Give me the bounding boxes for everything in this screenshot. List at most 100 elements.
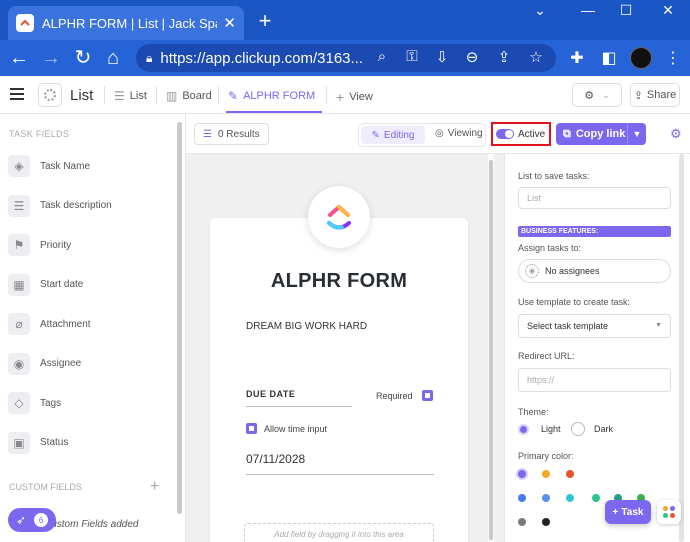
tab-title: ALPHR FORM | List | Jack Sparrow (42, 15, 217, 31)
chevron-down-icon[interactable]: ⌄ (530, 2, 550, 19)
business-features-badge: BUSINESS FEATURES: (518, 226, 671, 237)
active-label: Active (518, 128, 546, 140)
color-swatch[interactable] (542, 518, 550, 526)
list-status-icon[interactable] (38, 83, 62, 107)
new-tab-icon[interactable]: + (254, 8, 276, 34)
task-field-label: Status (40, 437, 69, 448)
minimize-icon[interactable]: — (578, 2, 598, 18)
theme-light-radio[interactable] (518, 424, 529, 435)
canvas-scrollbar[interactable] (489, 160, 493, 540)
form-description[interactable]: DREAM BIG WORK HARD (246, 321, 367, 332)
form-icon: ✎ (228, 89, 239, 103)
form-canvas (186, 154, 504, 542)
due-date-value[interactable]: 07/11/2028 (246, 452, 305, 466)
results-button[interactable]: ☰ 0 Results (194, 123, 269, 145)
task-field-item[interactable]: ◇ Tags (8, 389, 178, 417)
copy-icon: ⧉ (563, 127, 571, 140)
view-tab-list[interactable]: ☰ List (114, 89, 147, 103)
chevron-down-icon[interactable]: ▼ (628, 129, 646, 139)
task-field-item[interactable]: ▣ Status (8, 429, 178, 457)
home-icon[interactable]: ⌂ (102, 47, 124, 69)
editing-mode-button[interactable]: ✎ Editing (361, 126, 425, 144)
browser-tab[interactable]: ALPHR FORM | List | Jack Sparrow ✕ (8, 6, 244, 40)
task-field-item[interactable]: ▦ Start date (8, 271, 178, 299)
required-checkbox[interactable] (422, 390, 433, 401)
key-icon[interactable]: ⚿ (402, 48, 422, 65)
form-title[interactable]: ALPHR FORM (210, 270, 468, 293)
toggle-switch[interactable] (496, 129, 514, 139)
bookmark-star-icon[interactable]: ☆ (526, 48, 546, 66)
color-swatch[interactable] (518, 494, 526, 502)
install-icon[interactable]: ⇩ (432, 48, 452, 66)
add-custom-field-icon[interactable]: + (150, 478, 159, 496)
kebab-menu-icon[interactable]: ⋮ (662, 48, 684, 68)
view-tab-form[interactable]: ✎ ALPHR FORM (228, 89, 315, 103)
plus-icon: + (336, 89, 345, 105)
apps-grid-button[interactable] (657, 500, 681, 524)
active-toggle[interactable]: Active (491, 122, 551, 146)
form-card (210, 186, 468, 542)
settings-scrollbar[interactable] (679, 154, 684, 542)
color-swatch[interactable] (566, 494, 574, 502)
assignee-value: No assignees (545, 266, 600, 276)
view-tab-board[interactable]: ▥ Board (166, 89, 212, 103)
sidepanel-icon[interactable]: ◧ (598, 48, 620, 68)
color-swatch[interactable] (518, 518, 526, 526)
person-icon: ◉ (525, 264, 539, 278)
allow-time-label: Allow time input (264, 424, 328, 434)
share-page-icon[interactable]: ⇪ (494, 48, 514, 66)
tab-close-icon[interactable]: ✕ (223, 14, 236, 32)
theme-light-label: Light (541, 424, 561, 434)
forward-icon[interactable]: → (40, 47, 62, 69)
task-field-label: Tags (40, 397, 62, 409)
redirect-url-input[interactable]: https:// (518, 368, 671, 392)
window-close-icon[interactable]: ✕ (658, 2, 678, 19)
color-swatch[interactable] (518, 470, 526, 478)
task-label: Task (621, 506, 644, 518)
view-tab-label: ALPHR FORM (243, 90, 316, 102)
new-task-button[interactable]: + Task (605, 500, 651, 524)
color-swatch[interactable] (566, 470, 574, 478)
task-field-item[interactable]: ⌀ Attachment (8, 310, 178, 338)
task-field-item[interactable]: ◉ Assignee (8, 350, 178, 378)
viewing-mode-button[interactable]: ◎ Viewing (435, 128, 483, 139)
due-date-label[interactable]: DUE DATE (246, 389, 295, 399)
share-button[interactable]: ⇪ Share (630, 83, 680, 107)
share-label: Share (646, 89, 677, 101)
browser-tabstrip: ALPHR FORM | List | Jack Sparrow ✕ + ⌄ —… (0, 0, 690, 40)
date-input-underline (246, 474, 434, 475)
sidebar-scrollbar[interactable] (177, 122, 182, 514)
task-field-item[interactable]: ⚑ Priority (8, 231, 178, 259)
assignee-picker[interactable]: ◉ No assignees (518, 259, 671, 283)
gear-icon[interactable]: ⚙ (670, 126, 682, 142)
task-field-label: Task description (40, 200, 112, 211)
maximize-icon[interactable]: ☐ (616, 2, 636, 19)
hamburger-icon[interactable] (10, 88, 24, 103)
profile-avatar[interactable] (630, 47, 652, 69)
theme-label: Theme: (518, 407, 549, 417)
divider (218, 86, 219, 104)
task-name-icon: ◈ (8, 155, 30, 177)
zoom-icon[interactable]: ⊖ (462, 48, 482, 66)
color-swatch[interactable] (542, 470, 550, 478)
color-swatch[interactable] (592, 494, 600, 502)
divider (326, 86, 327, 104)
search-icon[interactable]: ⌕ (372, 48, 392, 65)
list-save-input[interactable]: List (518, 187, 671, 209)
add-view-button[interactable]: + View (336, 89, 373, 105)
address-bar[interactable]: 🔒︎ https://app.clickup.com/3163... ⌕ ⚿ ⇩… (136, 44, 556, 72)
onboarding-rocket-button[interactable]: ➶ 6 (8, 508, 56, 532)
eye-icon: ◎ (435, 128, 444, 139)
copy-link-button[interactable]: ⧉ Copy link ▼ (556, 123, 646, 145)
reload-icon[interactable]: ↻ (72, 47, 94, 69)
task-field-item[interactable]: ☰ Task description (8, 192, 178, 220)
automation-button[interactable]: ⚙︎ ⌄ (572, 83, 622, 107)
extensions-icon[interactable]: ✚ (566, 48, 588, 68)
task-field-item[interactable]: ◈ Task Name (8, 152, 178, 180)
theme-dark-radio[interactable] (571, 422, 585, 436)
template-select[interactable]: Select task template ▼ (518, 314, 671, 338)
allow-time-checkbox[interactable] (246, 423, 257, 434)
back-icon[interactable]: ← (8, 47, 30, 69)
field-dropzone[interactable]: Add field by dragging it into this area (244, 523, 434, 542)
color-swatch[interactable] (542, 494, 550, 502)
